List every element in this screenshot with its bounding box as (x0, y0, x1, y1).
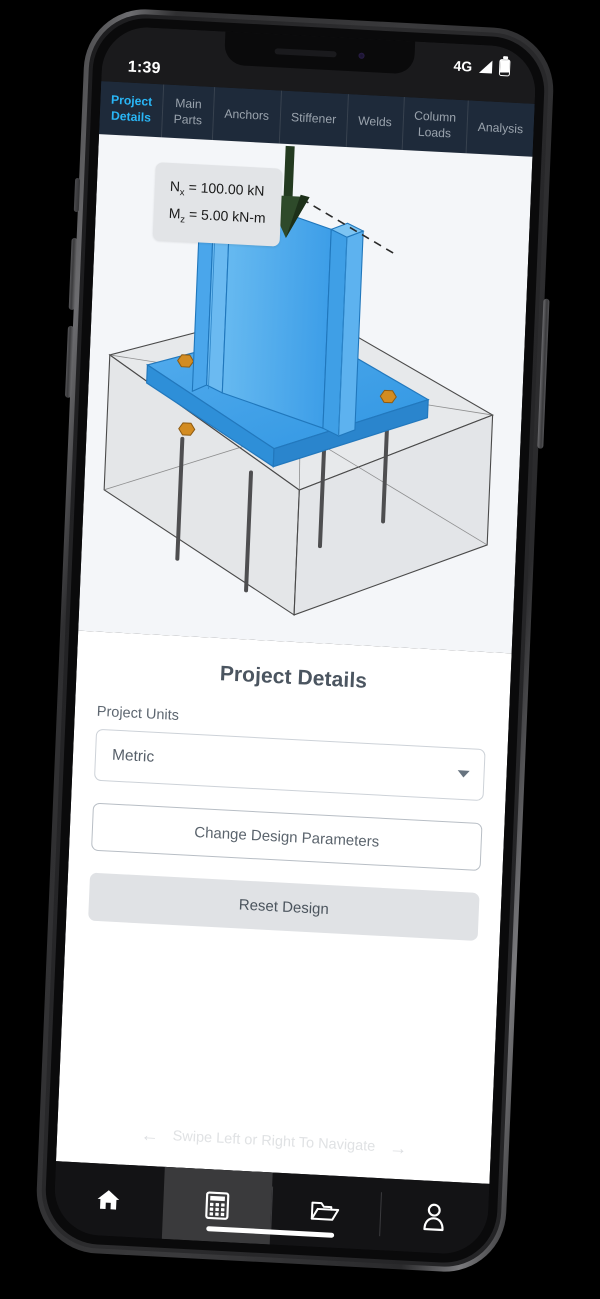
tab-main-parts[interactable]: Main Parts (161, 84, 214, 140)
page-title: Project Details (219, 662, 368, 693)
axial-value: = 100.00 kN (184, 178, 265, 199)
folder-open-icon (311, 1201, 340, 1221)
phone-device: 1:39 4G Project Details Main Parts Ancho… (34, 6, 556, 1275)
arrow-left-icon: ← (140, 1124, 160, 1146)
moment-value: = 5.00 kN-m (184, 206, 266, 227)
chevron-down-icon (457, 770, 470, 778)
tab-anchors[interactable]: Anchors (211, 87, 281, 144)
reset-design-button[interactable]: Reset Design (88, 872, 480, 941)
signal-triangle-icon (478, 59, 493, 74)
home-icon (97, 1190, 120, 1210)
phone-screen: 1:39 4G Project Details Main Parts Ancho… (52, 25, 538, 1256)
project-units-value: Metric (111, 746, 155, 766)
status-indicators: 4G (452, 57, 511, 97)
project-units-select[interactable]: Metric (93, 728, 486, 802)
nav-item-home[interactable] (53, 1161, 164, 1239)
load-values-label: Nx = 100.00 kN Mz = 5.00 kN-m (152, 162, 283, 247)
calculator-icon (204, 1191, 230, 1220)
swipe-hint-text: Swipe Left or Right To Navigate (172, 1128, 376, 1155)
moment-load-text: Mz = 5.00 kN-m (168, 201, 266, 233)
network-type-label: 4G (453, 57, 473, 75)
moment-symbol: M (168, 205, 181, 222)
status-clock: 1:39 (127, 58, 162, 78)
earpiece-speaker-icon (274, 47, 337, 57)
change-design-parameters-button[interactable]: Change Design Parameters (91, 802, 483, 872)
nav-item-projects[interactable] (270, 1173, 381, 1251)
arrow-right-icon: → (388, 1137, 408, 1159)
swipe-hint: ← Swipe Left or Right To Navigate → (79, 1122, 469, 1160)
tab-column-loads[interactable]: Column Loads (401, 96, 468, 154)
tab-stiffener[interactable]: Stiffener (278, 90, 348, 147)
project-details-panel: Project Details Project Units Metric Cha… (55, 630, 512, 1184)
base-plate-connection-model (103, 145, 494, 616)
tab-project-details[interactable]: Project Details (99, 81, 164, 138)
front-camera-icon (358, 52, 365, 59)
model-3d-viewer[interactable]: Nx = 100.00 kN Mz = 5.00 kN-m (78, 134, 533, 654)
battery-icon (498, 58, 511, 77)
nav-item-account[interactable] (378, 1178, 489, 1256)
person-icon (423, 1203, 444, 1232)
tab-welds[interactable]: Welds (345, 94, 404, 150)
screenshot-scene: 1:39 4G Project Details Main Parts Ancho… (0, 0, 600, 1299)
tab-analysis[interactable]: Analysis (465, 100, 535, 157)
